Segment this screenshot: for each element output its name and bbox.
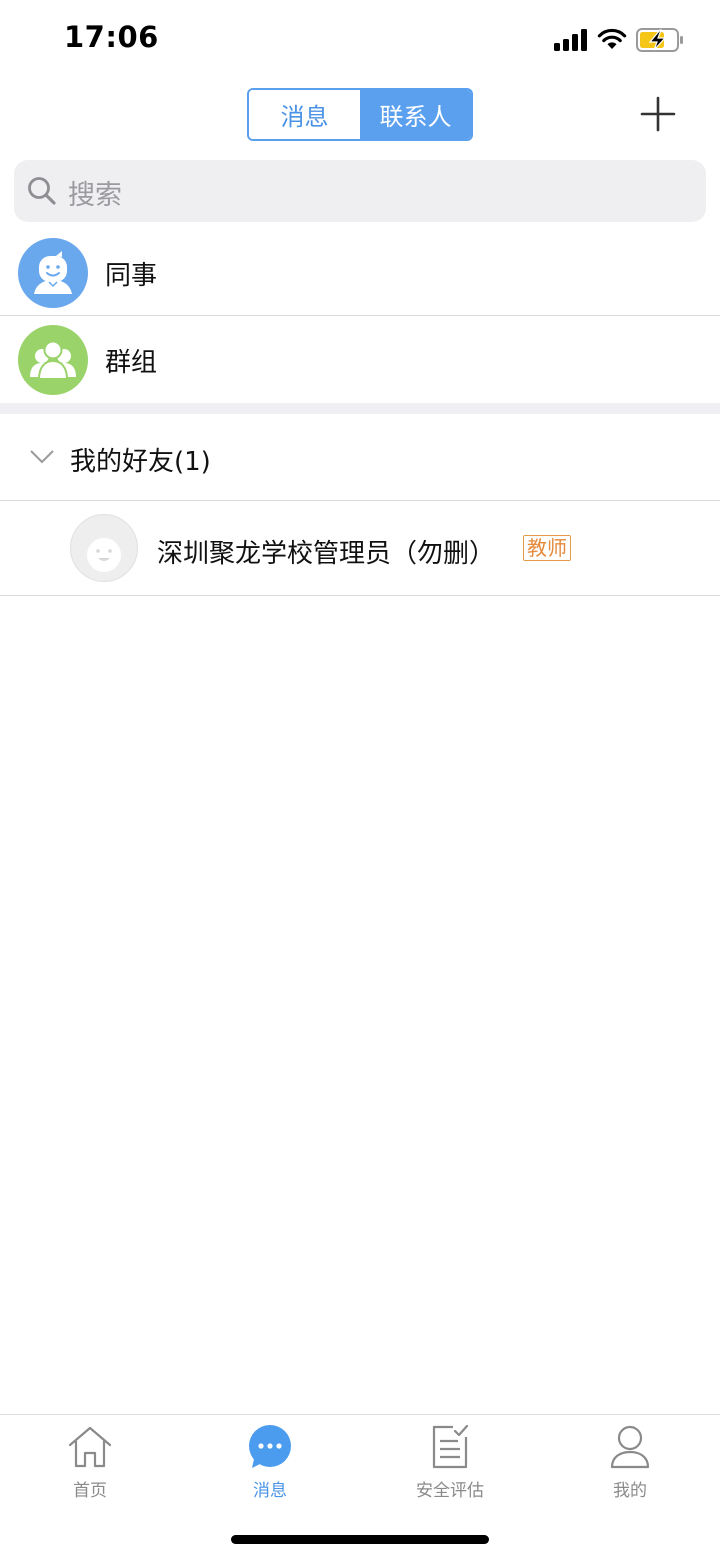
- wifi-icon: [597, 28, 627, 49]
- tab-messages-nav[interactable]: 消息: [180, 1415, 360, 1515]
- status-time: 17:06: [64, 20, 159, 54]
- section-separator: [0, 403, 720, 414]
- entry-groups[interactable]: 群组: [0, 319, 720, 403]
- chevron-down-icon: [30, 450, 54, 464]
- cellular-signal-icon: [554, 29, 587, 51]
- friend-list-item[interactable]: 深圳聚龙学校管理员（勿删） 教师: [0, 501, 720, 595]
- home-icon: [68, 1426, 112, 1468]
- plus-icon: [640, 96, 676, 132]
- tab-messages[interactable]: 消息: [249, 90, 360, 139]
- colleague-avatar-icon: [18, 238, 88, 308]
- search-input[interactable]: 搜索: [14, 160, 706, 222]
- battery-charging-icon: [636, 28, 683, 52]
- message-icon: [249, 1425, 291, 1468]
- friends-section-title: 我的好友(1): [70, 447, 211, 477]
- tab-label: 消息: [253, 1481, 287, 1501]
- search-icon: [28, 177, 56, 205]
- tab-profile[interactable]: 我的: [540, 1415, 720, 1515]
- friends-section-header[interactable]: 我的好友(1): [0, 414, 720, 500]
- contacts-segmented-control: 消息 联系人: [247, 88, 473, 141]
- default-avatar-icon: [70, 514, 138, 582]
- friend-name: 深圳聚龙学校管理员（勿删）: [157, 539, 496, 569]
- tab-label: 安全评估: [416, 1481, 484, 1501]
- role-tag: 教师: [523, 535, 571, 561]
- tab-home[interactable]: 首页: [0, 1415, 180, 1515]
- assessment-icon: [432, 1424, 469, 1469]
- tab-label: 首页: [73, 1481, 107, 1501]
- search-placeholder: 搜索: [68, 180, 122, 211]
- tab-assessment[interactable]: 安全评估: [360, 1415, 540, 1515]
- divider: [0, 315, 720, 316]
- profile-icon: [610, 1425, 650, 1469]
- tab-contacts[interactable]: 联系人: [360, 90, 471, 139]
- status-bar: 17:06: [0, 0, 720, 80]
- divider: [0, 595, 720, 596]
- tab-label: 我的: [613, 1481, 647, 1501]
- entry-colleagues[interactable]: 同事: [0, 232, 720, 316]
- entry-label: 群组: [105, 348, 158, 378]
- home-indicator: [231, 1535, 489, 1544]
- group-avatar-icon: [18, 325, 88, 395]
- add-button[interactable]: [638, 94, 678, 134]
- entry-label: 同事: [105, 261, 158, 291]
